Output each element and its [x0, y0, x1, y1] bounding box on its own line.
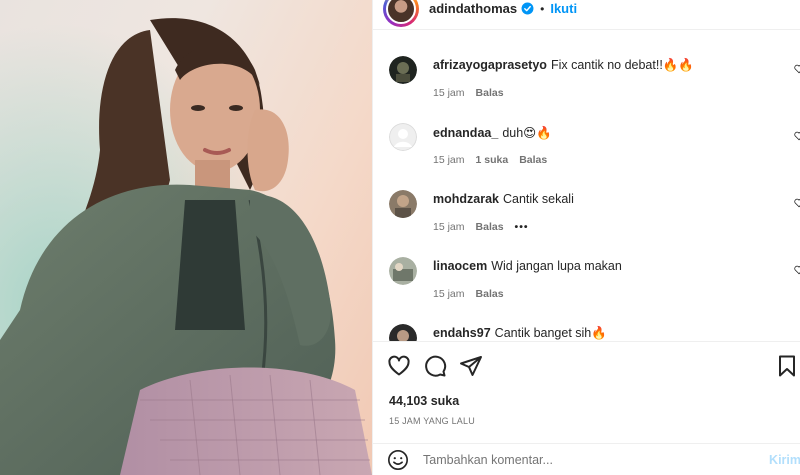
- comment-meta: 15 jam Balas: [433, 288, 504, 300]
- reply-button[interactable]: Balas: [476, 87, 504, 99]
- comment-meta: 15 jam Balas: [433, 87, 504, 99]
- comment-text-row: afrizayogaprasetyo Fix cantik no debat!!🔥…: [433, 58, 694, 73]
- post-viewer: adindathomas • Ikuti afrizayogaprasetyo F…: [0, 0, 800, 475]
- comment-options-icon[interactable]: •••: [515, 221, 529, 233]
- comment-item: linaocem Wid jangan lupa makan 15 jam Bal…: [373, 241, 800, 308]
- commenter-avatar[interactable]: [389, 56, 417, 84]
- comment-text: Fix cantik no debat!!🔥🔥: [550, 58, 694, 72]
- comment-text-row: mohdzarak Cantik sekali: [433, 192, 574, 206]
- smiley-icon[interactable]: [387, 449, 409, 471]
- comment-likes[interactable]: 1 suka: [476, 154, 509, 166]
- add-comment-bar: Kirim: [373, 443, 800, 475]
- comment-text-row: ednandaa_ duh😍🔥: [433, 125, 552, 141]
- comment-text-row: linaocem Wid jangan lupa makan: [433, 259, 622, 273]
- heart-icon[interactable]: [387, 354, 411, 378]
- author-avatar[interactable]: [383, 0, 419, 27]
- bookmark-icon[interactable]: [775, 354, 799, 378]
- reply-button[interactable]: Balas: [476, 221, 504, 233]
- comment-meta: 15 jam Balas •••: [433, 221, 529, 233]
- comment-input[interactable]: [423, 452, 743, 467]
- post-comment-button[interactable]: Kirim: [769, 453, 800, 467]
- comment-time[interactable]: 15 jam: [433, 87, 465, 99]
- comment-like-icon[interactable]: [794, 131, 800, 141]
- comment-text: Cantik sekali: [503, 192, 574, 206]
- post-photo[interactable]: [0, 0, 372, 475]
- comment-text-row: endahs97 Cantik banget sih🔥: [433, 326, 607, 341]
- follow-button[interactable]: Ikuti: [550, 1, 577, 16]
- post-timestamp[interactable]: 15 JAM YANG LALU: [389, 416, 475, 426]
- verified-badge-icon: [521, 2, 534, 15]
- comment-item: endahs97 Cantik banget sih🔥: [373, 308, 800, 342]
- reply-button[interactable]: Balas: [519, 154, 547, 166]
- comment-username[interactable]: afrizayogaprasetyo: [433, 58, 547, 72]
- like-count[interactable]: 44,103 suka: [389, 394, 459, 408]
- post-actions: [387, 352, 800, 380]
- author-username[interactable]: adindathomas: [429, 1, 517, 16]
- comment-like-icon[interactable]: [794, 64, 800, 74]
- comment-item: afrizayogaprasetyo Fix cantik no debat!!🔥…: [373, 40, 800, 107]
- commenter-avatar[interactable]: [389, 190, 417, 218]
- comment-text: Wid jangan lupa makan: [491, 259, 622, 273]
- paper-plane-icon[interactable]: [459, 354, 483, 378]
- comment-like-icon[interactable]: [794, 265, 800, 275]
- comment-item: mohdzarak Cantik sekali 15 jam Balas •••: [373, 174, 800, 241]
- post-header: adindathomas • Ikuti: [373, 0, 800, 30]
- comment-username[interactable]: mohdzarak: [433, 192, 499, 206]
- commenter-avatar[interactable]: [389, 123, 417, 151]
- comment-text: Cantik banget sih🔥: [494, 326, 607, 340]
- comment-username[interactable]: endahs97: [433, 326, 491, 340]
- comment-time[interactable]: 15 jam: [433, 288, 465, 300]
- comment-time[interactable]: 15 jam: [433, 154, 465, 166]
- comment-time[interactable]: 15 jam: [433, 221, 465, 233]
- commenter-avatar[interactable]: [389, 324, 417, 342]
- comment-username[interactable]: linaocem: [433, 259, 487, 273]
- comment-meta: 15 jam 1 suka Balas: [433, 154, 547, 166]
- comment-like-icon[interactable]: [794, 198, 800, 208]
- portrait-image: [0, 0, 372, 475]
- reply-button[interactable]: Balas: [476, 288, 504, 300]
- commenter-avatar[interactable]: [389, 257, 417, 285]
- post-sidebar: adindathomas • Ikuti afrizayogaprasetyo F…: [372, 0, 800, 475]
- comment-username[interactable]: ednandaa_: [433, 126, 498, 140]
- header-separator: •: [540, 1, 545, 16]
- comment-bubble-icon[interactable]: [423, 354, 447, 378]
- comment-list[interactable]: afrizayogaprasetyo Fix cantik no debat!!🔥…: [373, 40, 800, 342]
- comment-text: duh😍🔥: [502, 126, 552, 140]
- comment-item: ednandaa_ duh😍🔥 15 jam 1 suka Balas: [373, 107, 800, 174]
